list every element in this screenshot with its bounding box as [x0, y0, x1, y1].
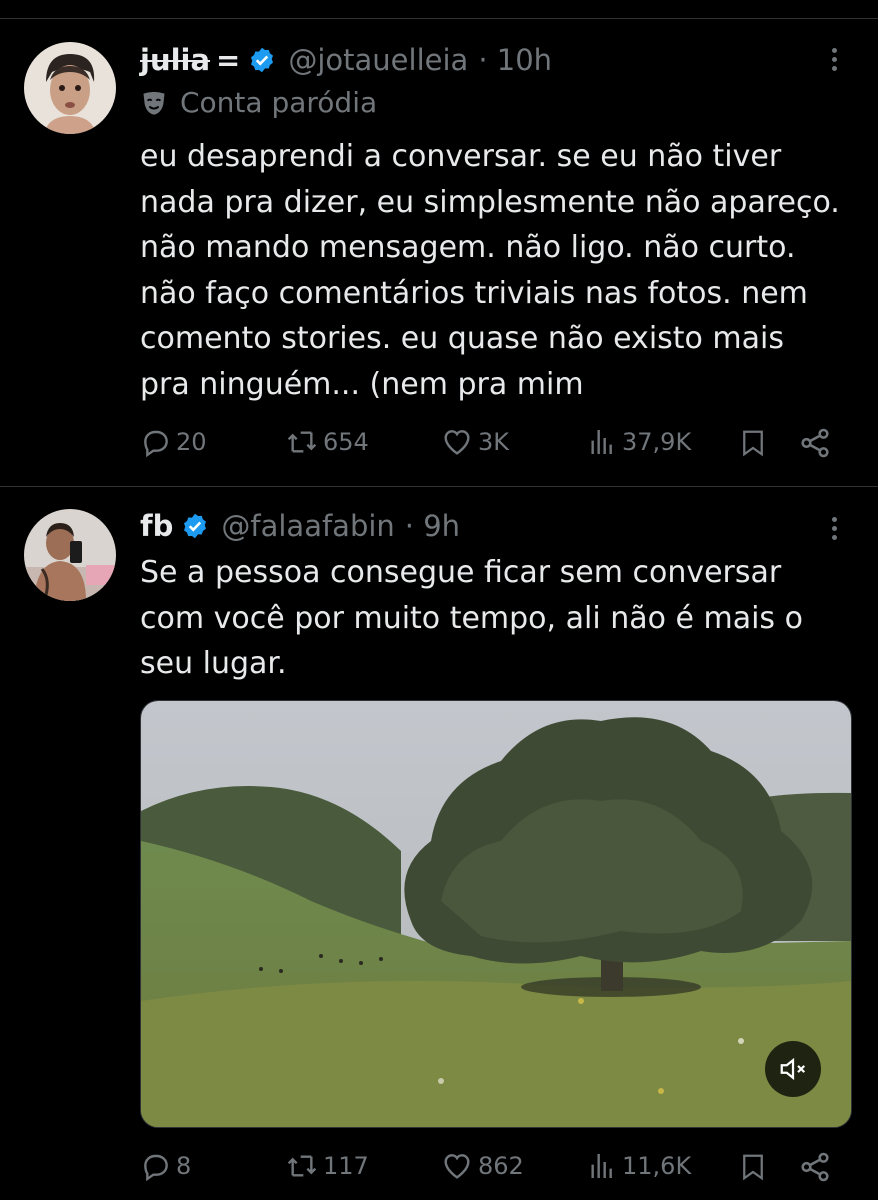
- timestamp[interactable]: · 10h: [478, 43, 552, 77]
- views-count: 37,9K: [622, 428, 692, 456]
- retweet-count: 654: [323, 428, 369, 456]
- views-button[interactable]: 11,6K: [586, 1150, 691, 1182]
- like-icon: [444, 430, 470, 455]
- parody-mask-icon: [143, 91, 165, 115]
- tweet-header: fb @falaafabin · 9h: [140, 506, 460, 546]
- tweet-header: julia = @jotauelleia · 10h: [140, 40, 552, 80]
- bookmark-icon: [743, 1154, 763, 1181]
- timestamp[interactable]: · 9h: [405, 509, 460, 543]
- like-count: 862: [478, 1152, 524, 1180]
- action-bar: 8 117 862 11,6K: [140, 1150, 840, 1186]
- handle[interactable]: @falaafabin: [221, 509, 394, 543]
- retweet-icon: [287, 1155, 317, 1177]
- retweet-button[interactable]: 117: [285, 1150, 369, 1182]
- bookmark-icon: [743, 430, 763, 457]
- retweet-icon: [287, 431, 317, 453]
- like-icon: [444, 1154, 470, 1179]
- reply-icon: [144, 1154, 168, 1182]
- share-icon: [801, 428, 829, 458]
- retweet-button[interactable]: 654: [285, 426, 369, 458]
- views-count: 11,6K: [622, 1152, 692, 1180]
- video-thumbnail: [141, 701, 851, 1127]
- display-name[interactable]: fb: [140, 509, 173, 543]
- more-icon[interactable]: [830, 44, 838, 74]
- reply-button[interactable]: 20: [140, 426, 207, 458]
- share-button[interactable]: [798, 426, 836, 460]
- retweet-count: 117: [323, 1152, 369, 1180]
- views-icon: [591, 430, 612, 454]
- views-icon: [591, 1154, 612, 1178]
- display-name[interactable]: julia: [140, 43, 210, 77]
- mute-button[interactable]: [765, 1041, 821, 1097]
- handle[interactable]: @jotauelleia: [288, 43, 468, 77]
- like-button[interactable]: 862: [440, 1150, 524, 1182]
- action-bar: 20 654 3K 37,9K: [140, 426, 840, 462]
- reply-button[interactable]: 8: [140, 1150, 191, 1182]
- views-button[interactable]: 37,9K: [586, 426, 691, 458]
- mute-icon: [780, 1057, 806, 1081]
- reply-icon: [144, 430, 168, 458]
- parody-label: Conta paródia: [140, 86, 377, 119]
- parody-text: Conta paródia: [180, 86, 378, 119]
- avatar[interactable]: [24, 509, 116, 601]
- verified-badge-icon: [181, 512, 209, 540]
- more-icon[interactable]: [830, 513, 838, 543]
- reply-count: 20: [176, 428, 207, 456]
- share-icon: [801, 1152, 829, 1182]
- share-button[interactable]: [798, 1150, 836, 1184]
- video-player[interactable]: [140, 700, 852, 1128]
- bookmark-button[interactable]: [738, 1150, 772, 1184]
- like-count: 3K: [478, 428, 510, 456]
- display-name-suffix: =: [216, 43, 241, 77]
- reply-count: 8: [176, 1152, 192, 1180]
- bookmark-button[interactable]: [738, 426, 772, 460]
- like-button[interactable]: 3K: [440, 426, 509, 458]
- verified-badge-icon: [248, 46, 276, 74]
- tweet-text: eu desaprendi a conversar. se eu não tiv…: [140, 139, 840, 402]
- avatar[interactable]: [24, 42, 116, 134]
- tweet-text: Se a pessoa consegue ficar sem conversar…: [140, 555, 803, 681]
- tweet-1[interactable]: julia = @jotauelleia · 10h Conta paródia…: [0, 0, 878, 486]
